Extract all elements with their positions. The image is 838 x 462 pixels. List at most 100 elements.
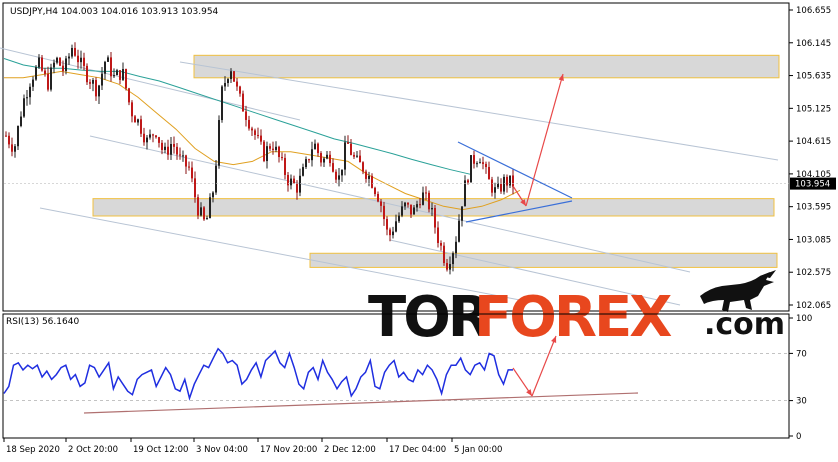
candle-body [89,82,91,84]
candle-body [353,154,355,157]
candle-body [344,142,346,170]
candle-body [293,178,295,184]
candle-body [431,207,433,210]
candle-body [161,142,163,150]
candle-body [266,146,268,162]
candle-body [380,201,382,206]
candle-body [224,83,226,87]
last-price-label: 103.954 [795,180,830,190]
candle-body [155,135,157,138]
candle-body [422,192,424,205]
candle-body [245,111,247,120]
candle-body [497,183,499,188]
candle-body [449,264,451,270]
candle-body [485,163,487,168]
candle-body [512,175,514,187]
candle-body [395,221,397,232]
candle-body [116,70,118,76]
candle-body [398,215,400,222]
candle-body [434,207,436,228]
candle-body [488,167,490,180]
candle-body [278,146,280,158]
candle-body [323,158,325,163]
candle-body [212,192,214,198]
candle-body [464,180,466,207]
candle-body [479,162,481,164]
candle-body [482,162,484,164]
candle-body [410,204,412,215]
candle-body [332,163,334,172]
candle-body [35,67,37,80]
candle-body [53,62,55,68]
candle-body [236,81,238,87]
candle-body [500,183,502,192]
candle-body [62,65,64,71]
chart-canvas: 106.655106.145105.635105.125104.615104.1… [0,0,838,458]
candle-body [17,126,19,147]
candle-body [365,171,367,179]
candle-body [386,219,388,230]
candle-body [494,187,496,193]
candle-body [158,137,160,143]
rsi-tick-label: 100 [796,314,812,324]
candle-body [260,135,262,142]
candle-body [50,67,52,90]
candle-body [11,144,13,152]
price-tick-label: 104.615 [796,137,831,147]
price-tick-label: 105.635 [796,72,831,82]
candle-body [107,57,109,62]
candle-body [347,142,349,144]
candle-body [320,153,322,163]
candle-body [83,57,85,66]
candle-body [206,218,208,220]
candle-body [119,70,121,80]
candle-body [389,229,391,236]
candle-body [38,57,40,68]
candle-body [152,134,154,136]
candle-body [374,187,376,195]
candle-body [128,88,130,103]
candle-body [458,220,460,242]
candle-body [407,202,409,205]
candle-body [80,57,82,63]
candle-body [383,205,385,220]
candle-body [29,86,31,98]
candle-body [143,133,145,143]
candle-body [263,141,265,162]
candle-body [329,154,331,164]
candle-body [218,120,220,166]
candle-body [41,57,43,71]
price-tick-label: 103.085 [796,235,831,245]
candle-body [509,175,511,186]
candle-body [269,146,271,149]
candle-body [416,204,418,208]
candle-body [113,75,115,77]
candle-body [176,146,178,155]
logo-forex: FOREX [474,285,672,350]
candle-body [437,227,439,244]
candle-body [491,179,493,193]
candle-body [284,157,286,175]
candle-body [503,176,505,192]
candle-body [197,197,199,216]
candle-body [296,183,298,193]
candle-body [425,192,427,194]
candle-body [131,102,133,117]
candle-body [203,207,205,220]
candle-body [179,154,181,156]
candle-body [233,71,235,82]
candle-body [467,180,469,183]
candle-body [440,243,442,246]
candle-body [14,146,16,152]
rsi-title: RSI(13) 56.1640 [6,317,79,327]
price-tick-label: 106.655 [796,6,831,16]
candle-body [317,143,319,154]
candle-body [371,175,373,188]
candle-body [281,157,283,159]
candle-body [290,178,292,186]
candle-body [122,69,124,80]
time-tick-label: 3 Nov 04:00 [196,445,248,455]
candle-body [188,166,190,168]
candle-body [8,135,10,145]
candle-body [299,175,301,193]
